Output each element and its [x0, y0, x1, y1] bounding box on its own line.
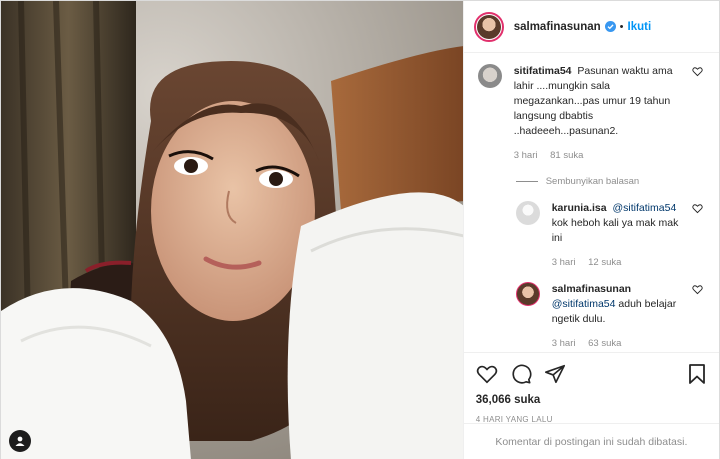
reply-mention[interactable]: @sitifatima54: [613, 202, 677, 214]
reply-body: salmafinasunan @sitifatima54 aduh belaja…: [552, 282, 680, 351]
reply-avatar[interactable]: [515, 201, 540, 225]
user-tag-icon[interactable]: [9, 430, 31, 452]
comment-icon[interactable]: [510, 363, 532, 385]
comment-item: sitifatima54 Pasunan waktu ama lahir ...…: [477, 64, 707, 163]
reply-like-heart-icon[interactable]: [692, 284, 703, 295]
reply-username[interactable]: karunia.isa: [552, 202, 607, 214]
reply-item: salmafinasunan @sitifatima54 aduh belaja…: [515, 282, 707, 351]
reply-like-heart-icon[interactable]: [692, 203, 703, 214]
share-icon[interactable]: [544, 363, 566, 385]
post-header: salmafinasunan • Ikuti: [463, 1, 719, 53]
reply-username[interactable]: salmafinasunan: [552, 283, 631, 295]
hide-replies-line: [515, 181, 538, 182]
verified-badge-icon: [604, 21, 616, 32]
reply-mention[interactable]: @sitifatima54: [552, 298, 616, 310]
hide-replies-label: Sembunyikan balasan: [545, 176, 640, 187]
replies-list: karunia.isa @sitifatima54 kok heboh kali…: [515, 201, 707, 351]
selfie-image: [1, 1, 463, 459]
post-side-panel: salmafinasunan • Ikuti sitifatima54 Pasu…: [462, 1, 719, 459]
heart-icon[interactable]: [476, 363, 498, 385]
author-avatar[interactable]: [473, 11, 504, 42]
author-username[interactable]: salmafinasunan: [514, 21, 601, 33]
action-buttons: [476, 361, 707, 387]
reply-text: kok heboh kali ya mak mak ini: [551, 217, 679, 244]
bookmark-icon[interactable]: [687, 363, 707, 385]
reply-avatar[interactable]: [515, 282, 540, 306]
comments-list[interactable]: sitifatima54 Pasunan waktu ama lahir ...…: [464, 54, 719, 352]
comment-likes[interactable]: 81 suka: [550, 150, 583, 161]
reply-likes[interactable]: 63 suka: [588, 338, 621, 349]
reply-body: karunia.isa @sitifatima54 kok heboh kali…: [552, 201, 680, 270]
comment-body: sitifatima54 Pasunan waktu ama lahir ...…: [514, 64, 679, 163]
reply-item: karunia.isa @sitifatima54 kok heboh kali…: [515, 201, 707, 270]
reply-time[interactable]: 3 hari: [552, 257, 576, 268]
comment-time[interactable]: 3 hari: [514, 150, 538, 161]
post-actions: 36,066 suka 4 HARI YANG LALU: [463, 352, 719, 424]
comments-disabled-notice: Komentar di postingan ini sudah dibatasi…: [463, 423, 719, 459]
reply-meta: 3 hari 63 suka: [552, 336, 680, 351]
hide-replies-toggle[interactable]: Sembunyikan balasan: [515, 176, 707, 187]
post-photo[interactable]: [1, 1, 463, 459]
instagram-post: salmafinasunan • Ikuti sitifatima54 Pasu…: [0, 0, 720, 459]
comment-meta: 3 hari 81 suka: [514, 148, 679, 163]
reply-time[interactable]: 3 hari: [552, 338, 576, 349]
reply-meta: 3 hari 12 suka: [552, 255, 680, 270]
reply-likes[interactable]: 12 suka: [588, 257, 621, 268]
comment-like-heart-icon[interactable]: [692, 66, 703, 77]
header-separator: •: [619, 20, 624, 33]
follow-button[interactable]: Ikuti: [628, 21, 652, 33]
comment-username[interactable]: sitifatima54: [514, 65, 572, 77]
like-count[interactable]: 36,066 suka: [476, 394, 707, 406]
commenter-avatar[interactable]: [477, 64, 502, 88]
